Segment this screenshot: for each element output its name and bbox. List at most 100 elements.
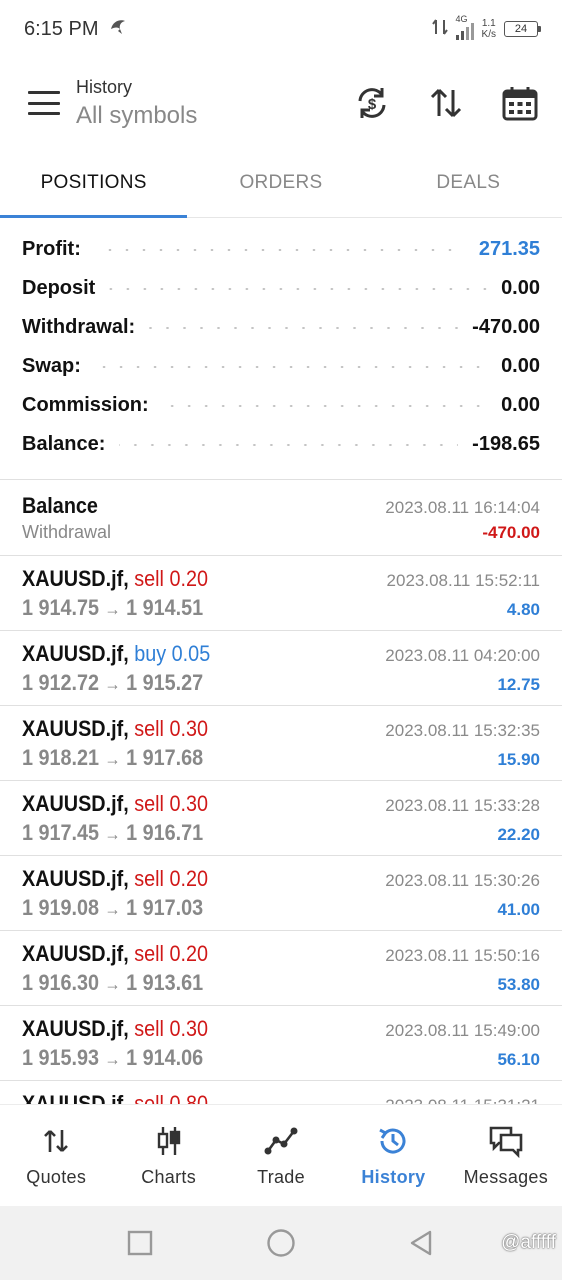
arrow-right-icon: → [104, 598, 121, 619]
position-symbol: XAUUSD.jf, sell 0.30 [22, 791, 208, 817]
direction-volume: sell 0.30 [134, 791, 208, 816]
open-price: 1 915.93 [22, 1044, 100, 1070]
trade-direction: sell [134, 940, 164, 966]
notification-bird-icon [108, 17, 128, 42]
position-prices: 1 916.30 → 1 913.61 [22, 970, 203, 996]
sort-icon[interactable] [426, 83, 466, 123]
summary-row-balance: Balance: -198.65 [22, 425, 540, 464]
position-time: 2023.08.11 15:52:11 [386, 570, 540, 590]
position-row[interactable]: XAUUSD.jf, sell 0.30 2023.08.11 15:32:35 1… [0, 706, 562, 781]
summary-row-deposit: Deposit 0.00 [22, 269, 540, 308]
summary-row-commission: Commission: 0.00 [22, 386, 540, 425]
back-icon[interactable] [408, 1229, 434, 1257]
menu-icon[interactable] [28, 91, 60, 115]
position-row[interactable]: XAUUSD.jf, buy 0.05 2023.08.11 04:20:00 1 … [0, 631, 562, 706]
position-symbol: XAUUSD.jf, sell 0.20 [22, 866, 208, 892]
position-profit: 4.80 [506, 599, 540, 619]
trade-volume: 0.30 [169, 715, 208, 741]
open-price: 1 912.72 [22, 669, 100, 695]
balance-title: Balance [22, 493, 98, 518]
dotted-leader [119, 443, 459, 446]
nav-quotes[interactable]: Quotes [0, 1105, 112, 1206]
position-row[interactable]: XAUUSD.jf, sell 0.20 2023.08.11 15:30:26 1… [0, 856, 562, 931]
close-price: 1 914.06 [126, 1044, 204, 1070]
signal-icon: 4G [455, 14, 474, 40]
position-symbol: XAUUSD.jf, sell 0.30 [22, 716, 208, 742]
tab-positions[interactable]: POSITIONS [0, 148, 188, 218]
calendar-icon[interactable] [500, 83, 540, 123]
recents-icon[interactable] [127, 1230, 153, 1256]
close-price: 1 917.68 [126, 744, 204, 770]
trade-direction: sell [134, 865, 164, 891]
network-speed-value: 1.1 [481, 18, 496, 29]
symbol-filter[interactable]: All symbols [76, 102, 197, 130]
trade-direction: sell [134, 790, 164, 816]
position-row[interactable]: XAUUSD.jf, sell 0.20 2023.08.11 15:52:11 1… [0, 556, 562, 631]
summary-label: Balance: [22, 433, 106, 455]
close-price: 1 913.61 [126, 969, 204, 995]
tab-bar: POSITIONS ORDERS DEALS [0, 148, 562, 218]
symbol-name: XAUUSD.jf, [22, 1015, 129, 1041]
position-row[interactable]: XAUUSD.jf, sell 0.30 2023.08.11 15:49:00 1… [0, 1006, 562, 1081]
refresh-currency-icon[interactable]: $ [352, 83, 392, 123]
system-navigation-bar: @afffff [0, 1206, 562, 1280]
nav-charts[interactable]: Charts [112, 1105, 224, 1206]
summary-row-withdrawal: Withdrawal: -470.00 [22, 308, 540, 347]
dotted-leader [149, 326, 459, 329]
symbol-name: XAUUSD.jf, [22, 565, 129, 591]
position-symbol: XAUUSD.jf, sell 0.80 [22, 1091, 208, 1105]
home-icon[interactable] [266, 1228, 296, 1258]
direction-volume: sell 0.80 [134, 1091, 208, 1105]
close-price: 1 916.71 [126, 819, 204, 845]
position-row[interactable]: XAUUSD.jf, sell 0.30 2023.08.11 15:33:28 1… [0, 781, 562, 856]
svg-text:$: $ [368, 96, 377, 113]
battery-icon: 24 [504, 21, 541, 37]
title-block[interactable]: History All symbols [76, 77, 197, 130]
position-symbol: XAUUSD.jf, sell 0.20 [22, 941, 208, 967]
status-time: 6:15 PM [24, 17, 99, 40]
tab-orders[interactable]: ORDERS [187, 148, 374, 217]
balance-operation-row[interactable]: Balance 2023.08.11 16:14:04 Withdrawal -… [0, 481, 562, 556]
direction-volume: sell 0.20 [134, 566, 208, 591]
summary-label: Deposit [22, 277, 96, 299]
watermark: @afffff [501, 1232, 556, 1253]
data-transfer-icon [431, 17, 448, 42]
dotted-leader [162, 404, 488, 407]
nav-history[interactable]: History [337, 1105, 449, 1206]
position-profit: 41.00 [497, 899, 540, 919]
summary-label: Withdrawal: [22, 316, 136, 338]
dotted-leader [94, 248, 465, 251]
arrow-right-icon: → [104, 973, 121, 994]
open-price: 1 917.45 [22, 819, 100, 845]
nav-messages[interactable]: Messages [450, 1105, 562, 1206]
trade-direction: sell [134, 715, 164, 741]
symbol-name: XAUUSD.jf, [22, 790, 129, 816]
dotted-leader [109, 287, 488, 290]
nav-label: Trade [257, 1167, 305, 1187]
network-speed: 1.1 K/s [482, 18, 496, 40]
open-price: 1 918.21 [22, 744, 100, 770]
history-icon [375, 1123, 411, 1159]
position-row[interactable]: XAUUSD.jf, sell 0.20 2023.08.11 15:50:16 1… [0, 931, 562, 1006]
position-row[interactable]: XAUUSD.jf, sell 0.802023.08.11 15:31:21→ [0, 1081, 562, 1105]
symbol-name: XAUUSD.jf, [22, 715, 129, 741]
position-symbol: XAUUSD.jf, sell 0.30 [22, 1016, 208, 1042]
tab-deals[interactable]: DEALS [375, 148, 562, 217]
trade-volume: 0.20 [169, 940, 208, 966]
network-type-label: 4G [455, 14, 468, 24]
close-price: 1 915.27 [126, 669, 204, 695]
arrow-right-icon: → [104, 1048, 121, 1069]
summary-label: Commission: [22, 394, 149, 416]
summary-label: Profit: [22, 238, 81, 260]
nav-trade[interactable]: Trade [225, 1105, 337, 1206]
summary-label: Swap: [22, 355, 81, 377]
operation-type: Withdrawal [22, 522, 112, 542]
position-prices: 1 918.21 → 1 917.68 [22, 745, 203, 771]
history-list[interactable]: Balance 2023.08.11 16:14:04 Withdrawal -… [0, 481, 562, 1104]
summary-value: 0.00 [501, 394, 540, 416]
direction-volume: buy 0.05 [134, 641, 210, 666]
network-speed-unit: K/s [481, 29, 496, 40]
app-bar: History All symbols $ [0, 58, 562, 148]
symbol-name: XAUUSD.jf, [22, 865, 129, 891]
trade-volume: 0.80 [169, 1090, 208, 1105]
